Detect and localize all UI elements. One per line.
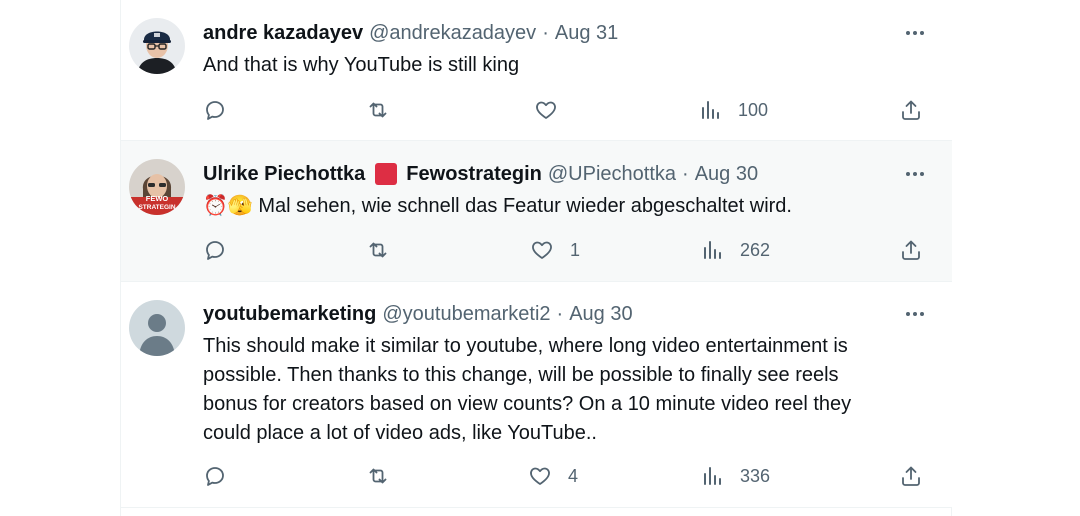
views-button[interactable]: 100 — [698, 98, 768, 122]
analytics-icon — [702, 101, 719, 119]
tweet-text-line: bonus for creators based on view counts?… — [203, 393, 852, 415]
tweet-actions: 1 262 — [203, 238, 923, 262]
tweet-text-line: This should make it similar to youtube, … — [203, 335, 848, 357]
reply-button[interactable] — [203, 464, 243, 488]
tweet[interactable]: youtubemarketing @youtubemarketi2 · Aug … — [121, 282, 952, 508]
reply-icon — [206, 241, 224, 260]
like-button[interactable]: 4 — [528, 464, 578, 488]
more-options-icon[interactable] — [903, 162, 927, 186]
tweet[interactable]: andre kazadayev @andrekazadayev · Aug 31… — [121, 0, 952, 141]
like-count: 4 — [568, 465, 579, 486]
view-count: 262 — [740, 239, 771, 260]
avatar[interactable] — [129, 300, 185, 356]
avatar[interactable] — [129, 18, 185, 74]
tweet-text: This should make it similar to youtube, … — [203, 332, 851, 448]
like-button[interactable]: 1 — [530, 238, 580, 262]
avatar-text: FEWO — [146, 194, 169, 203]
tweet[interactable]: FEWO STRATEGIN Ulrike Piechottka Fewostr… — [121, 141, 952, 282]
more-options-icon[interactable] — [903, 21, 927, 45]
view-count: 336 — [740, 465, 771, 486]
tweet-date[interactable]: Aug 31 — [555, 22, 618, 45]
share-icon — [902, 100, 920, 120]
retweet-button[interactable] — [366, 464, 406, 488]
reply-button[interactable] — [203, 238, 243, 262]
analytics-icon — [704, 467, 721, 485]
retweet-button[interactable] — [366, 98, 406, 122]
tweet-header: andre kazadayev @andrekazadayev · Aug 31 — [203, 20, 618, 46]
retweet-icon — [369, 242, 387, 258]
reply-icon — [206, 467, 224, 486]
share-button[interactable] — [899, 238, 923, 262]
tweet-header: youtubemarketing @youtubemarketi2 · Aug … — [203, 301, 633, 327]
retweet-button[interactable] — [366, 238, 406, 262]
like-count: 1 — [570, 239, 581, 260]
tweet-date[interactable]: Aug 30 — [695, 163, 758, 186]
fewo-strategin-avatar: FEWO STRATEGIN — [129, 159, 185, 215]
red-square-icon — [375, 163, 398, 185]
man-with-cap-avatar — [129, 18, 185, 74]
emoji: ⏰🫣 — [203, 195, 253, 217]
retweet-icon — [369, 468, 387, 484]
heart-icon — [532, 241, 552, 259]
avatar-text: STRATEGIN — [138, 204, 175, 211]
views-button[interactable]: 336 — [700, 464, 770, 488]
user-name[interactable]: youtubemarketing — [203, 303, 376, 326]
tweet-actions: 4 336 — [203, 464, 923, 488]
separator-dot: · — [556, 302, 564, 325]
user-handle[interactable]: @youtubemarketi2 — [382, 303, 550, 326]
user-name[interactable]: andre kazadayev — [203, 22, 363, 45]
timeline: andre kazadayev @andrekazadayev · Aug 31… — [120, 0, 952, 516]
tweet-text-line: could place a lot of video ads, like You… — [203, 422, 597, 444]
user-name[interactable]: Ulrike Piechottka — [203, 163, 365, 186]
tweet-date[interactable]: Aug 30 — [569, 303, 632, 326]
default-profile-icon — [129, 300, 185, 356]
share-button[interactable] — [899, 464, 923, 488]
reply-button[interactable] — [203, 98, 243, 122]
tweet-actions: 100 — [203, 98, 923, 122]
like-button[interactable] — [534, 98, 574, 122]
separator-dot: · — [682, 162, 689, 185]
avatar[interactable]: FEWO STRATEGIN — [129, 159, 185, 215]
tweet-text-line: possible. Then thanks to this change, wi… — [203, 364, 839, 386]
views-button[interactable]: 262 — [700, 238, 770, 262]
user-handle[interactable]: @UPiechottka — [548, 163, 676, 186]
view-count: 100 — [738, 99, 769, 120]
tweet-text: ⏰🫣 Mal sehen, wie schnell das Featur wie… — [203, 192, 792, 221]
tweet-header: Ulrike Piechottka Fewostrategin @UPiecho… — [203, 161, 758, 187]
analytics-icon — [704, 241, 721, 259]
share-button[interactable] — [899, 98, 923, 122]
reply-icon — [206, 101, 224, 120]
tweet-text-body: Mal sehen, wie schnell das Featur wieder… — [258, 195, 792, 217]
retweet-icon — [369, 102, 387, 118]
user-name-suffix[interactable]: Fewostrategin — [406, 163, 542, 186]
heart-icon — [530, 467, 550, 485]
share-icon — [902, 466, 920, 486]
user-handle[interactable]: @andrekazadayev — [369, 22, 536, 45]
heart-icon — [536, 101, 556, 119]
separator-dot: · — [542, 21, 549, 44]
tweet-text: And that is why YouTube is still king — [203, 54, 520, 76]
more-options-icon[interactable] — [903, 302, 927, 326]
share-icon — [902, 240, 920, 260]
